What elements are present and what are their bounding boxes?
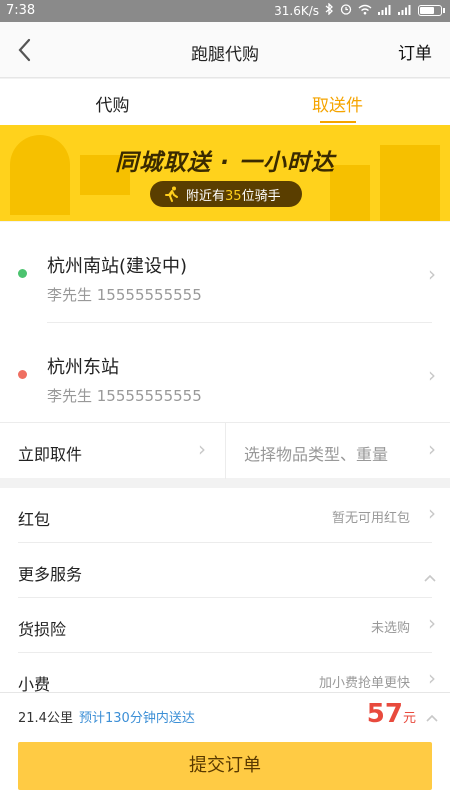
bluetooth-icon (325, 2, 334, 18)
pickup-options-row: 立即取件 › 选择物品类型、重量 › (0, 422, 450, 479)
banner-title: 同城取送 · 一小时达 (115, 150, 335, 176)
nav-bar: 跑腿代购 订单 (0, 22, 450, 78)
alarm-icon (340, 3, 352, 18)
signal-icon (378, 4, 392, 18)
chevron-right-icon: › (198, 437, 206, 461)
row-value: 加小费抢单更快 (318, 676, 410, 691)
promo-banner[interactable]: 同城取送 · 一小时达 附近有35位骑手 (0, 125, 450, 221)
chevron-right-icon: › (428, 363, 436, 387)
list-item-tip[interactable]: 小费 加小费抢单更快 › (0, 653, 450, 692)
row-label: 货损险 (18, 620, 67, 639)
pickup-dot-icon (18, 269, 27, 278)
network-speed: 31.6K/s (274, 3, 319, 18)
status-icons: 31.6K/s (274, 2, 445, 18)
list-item-damage-insurance[interactable]: 货损险 未选购 › (0, 598, 450, 653)
pickup-address[interactable]: 杭州南站(建设中) 李先生 15555555555 › (0, 222, 450, 322)
runner-icon (165, 186, 178, 202)
chevron-right-icon: › (428, 666, 436, 690)
chevron-right-icon: › (428, 437, 436, 461)
list-item-more-services[interactable]: 更多服务 (0, 543, 450, 598)
eta: 预计130分钟内送达 (79, 711, 195, 726)
rider-count-badge: 附近有35位骑手 (150, 181, 302, 207)
chevron-up-icon[interactable] (426, 707, 438, 726)
delivery-contact: 李先生 15555555555 (47, 387, 202, 405)
chevron-up-icon (424, 563, 436, 587)
delivery-name: 杭州东站 (47, 357, 119, 378)
tab-purchase[interactable]: 代购 (0, 79, 225, 125)
chevron-right-icon: › (428, 262, 436, 286)
tab-bar: 代购 取送件 (0, 79, 450, 125)
chevron-right-icon: › (428, 501, 436, 525)
orders-button[interactable]: 订单 (398, 39, 432, 64)
status-time: 7:38 (6, 3, 36, 18)
rider-count: 35 (225, 188, 242, 204)
signal-icon-2 (398, 4, 412, 18)
row-label: 更多服务 (18, 565, 83, 584)
delivery-dot-icon (18, 370, 27, 379)
order-footer: 21.4公里 预计130分钟内送达 57元 提交订单 (0, 692, 450, 800)
status-bar: 7:38 31.6K/s (0, 0, 450, 22)
row-label: 红包 (18, 510, 51, 529)
price-total[interactable]: 57元 (367, 699, 416, 729)
pickup-contact: 李先生 15555555555 (47, 286, 202, 304)
price-value: 57 (366, 699, 403, 729)
tab-pickup-delivery[interactable]: 取送件 (225, 79, 450, 125)
chevron-right-icon: › (428, 611, 436, 635)
address-card: 杭州南站(建设中) 李先生 15555555555 › 杭州东站 李先生 155… (0, 222, 450, 479)
row-value: 未选购 (370, 621, 410, 636)
pill-prefix: 附近有 (186, 188, 226, 204)
page-title: 跑腿代购 (191, 45, 259, 65)
pill-suffix: 位骑手 (241, 188, 281, 204)
delivery-address[interactable]: 杭州东站 李先生 15555555555 › (0, 323, 450, 423)
wifi-icon (358, 4, 372, 18)
row-value: 暂无可用红包 (331, 511, 410, 526)
distance: 21.4公里 (18, 711, 73, 726)
pickup-name: 杭州南站(建设中) (47, 256, 188, 277)
pickup-time-label: 立即取件 (18, 445, 83, 464)
submit-order-button[interactable]: 提交订单 (18, 742, 432, 790)
row-label: 小费 (18, 675, 51, 692)
item-type-label: 选择物品类型、重量 (244, 445, 389, 464)
price-unit: 元 (402, 711, 416, 726)
options-list: 红包 暂无可用红包 › 更多服务 货损险 未选购 › 小费 加小费抢单更快 › (0, 488, 450, 692)
battery-icon (418, 5, 445, 16)
list-item-red-packet[interactable]: 红包 暂无可用红包 › (0, 488, 450, 543)
